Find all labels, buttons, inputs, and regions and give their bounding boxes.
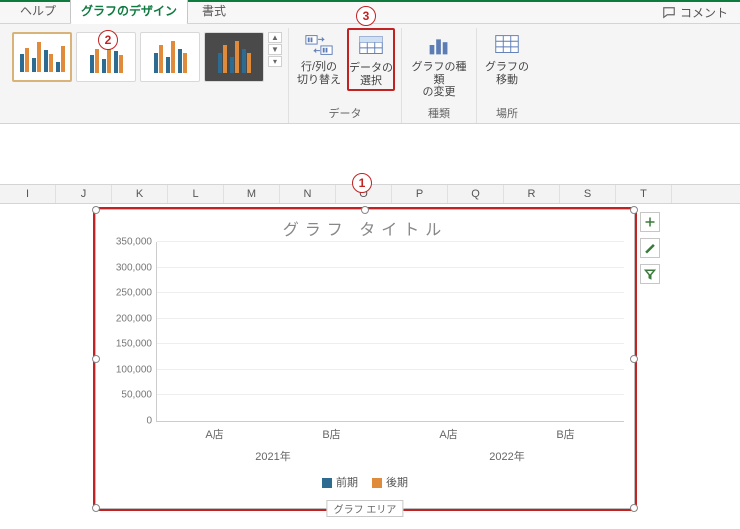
- resize-handle[interactable]: [92, 504, 100, 512]
- cat-label: B店: [273, 422, 390, 446]
- move-chart-label: グラフの 移動: [485, 61, 529, 86]
- callout-1: 1: [352, 173, 372, 193]
- legend-swatch-zenki: [322, 478, 332, 488]
- switch-row-col-button[interactable]: 行/列の 切り替え: [295, 28, 343, 89]
- chart-filter-button[interactable]: [640, 264, 660, 284]
- y-axis: 0 50,000 100,000 150,000 200,000 250,000…: [102, 242, 152, 421]
- group-label-type: 種類: [428, 102, 450, 123]
- callout-3: 3: [356, 6, 376, 26]
- change-type-icon: [424, 31, 454, 59]
- cat-label: B店: [507, 422, 624, 446]
- y-tick: 350,000: [102, 237, 152, 248]
- resize-handle[interactable]: [361, 206, 369, 214]
- bars: [157, 242, 624, 421]
- switch-rowcol-label: 行/列の 切り替え: [297, 61, 341, 86]
- tab-format[interactable]: 書式: [192, 0, 236, 23]
- col-h[interactable]: L: [168, 185, 224, 203]
- resize-handle[interactable]: [630, 206, 638, 214]
- brush-icon: [644, 242, 656, 254]
- plus-icon: [644, 216, 656, 228]
- y-tick: 250,000: [102, 288, 152, 299]
- tab-chart-design[interactable]: グラフのデザイン: [70, 0, 188, 24]
- move-chart-button[interactable]: グラフの 移動: [483, 28, 531, 89]
- y-tick: 0: [102, 416, 152, 427]
- select-data-button[interactable]: データの 選択: [347, 28, 395, 91]
- change-type-label: グラフの種類 の変更: [409, 61, 469, 99]
- col-h[interactable]: K: [112, 185, 168, 203]
- legend-label: 前期: [336, 477, 358, 489]
- style-thumb-3[interactable]: [140, 32, 200, 82]
- select-data-icon: [356, 32, 386, 60]
- ribbon-group-data: 行/列の 切り替え データの 選択 データ: [289, 28, 402, 123]
- chart-area-label: グラフ エリア: [327, 500, 404, 517]
- col-h[interactable]: T: [616, 185, 672, 203]
- cat-parent-label: 2022年: [390, 446, 624, 468]
- col-h[interactable]: P: [392, 185, 448, 203]
- comments-label: コメント: [680, 4, 728, 21]
- y-tick: 50,000: [102, 390, 152, 401]
- style-thumb-1[interactable]: [12, 32, 72, 82]
- cat-label: A店: [156, 422, 273, 446]
- y-tick: 200,000: [102, 313, 152, 324]
- legend-swatch-kouki: [372, 478, 382, 488]
- col-h[interactable]: J: [56, 185, 112, 203]
- legend-label: 後期: [386, 477, 408, 489]
- y-tick: 150,000: [102, 339, 152, 350]
- resize-handle[interactable]: [92, 206, 100, 214]
- chart-object[interactable]: グラフ タイトル 0 50,000 100,000 150,000 200,00…: [95, 209, 635, 509]
- comment-icon: [662, 6, 676, 20]
- resize-handle[interactable]: [92, 355, 100, 363]
- legend[interactable]: 前期 後期: [96, 468, 634, 496]
- col-h[interactable]: M: [224, 185, 280, 203]
- chart-styles-button[interactable]: [640, 238, 660, 258]
- change-chart-type-button[interactable]: グラフの種類 の変更: [408, 28, 470, 102]
- cat-label: A店: [390, 422, 507, 446]
- spreadsheet-area: I J K L M N O P Q R S T 1 /* rows drawn …: [0, 184, 740, 524]
- move-chart-icon: [492, 31, 522, 59]
- comments-button[interactable]: コメント: [658, 2, 732, 23]
- gallery-expand-icon[interactable]: ▾: [268, 56, 282, 67]
- col-h[interactable]: Q: [448, 185, 504, 203]
- col-h[interactable]: S: [560, 185, 616, 203]
- ribbon-group-location: グラフの 移動 場所: [477, 28, 537, 123]
- plot-area[interactable]: 0 50,000 100,000 150,000 200,000 250,000…: [156, 242, 624, 422]
- group-label-data: データ: [329, 102, 362, 123]
- col-h[interactable]: N: [280, 185, 336, 203]
- grid[interactable]: /* rows drawn via CSS repeats below woul…: [0, 204, 740, 524]
- style-thumb-4[interactable]: [204, 32, 264, 82]
- group-label-location: 場所: [496, 102, 518, 123]
- tab-help[interactable]: ヘルプ: [10, 0, 66, 23]
- ribbon-group-type: グラフの種類 の変更 種類: [402, 28, 477, 123]
- y-tick: 100,000: [102, 364, 152, 375]
- chart-title[interactable]: グラフ タイトル: [96, 210, 634, 242]
- resize-handle[interactable]: [630, 355, 638, 363]
- callout-2: 2: [98, 30, 118, 50]
- chart-style-gallery[interactable]: ▲ ▼ ▾: [12, 32, 282, 82]
- select-data-label: データの 選択: [349, 62, 393, 87]
- switch-rowcol-icon: [304, 31, 334, 59]
- gallery-up-icon[interactable]: ▲: [268, 32, 282, 43]
- cat-parent-label: 2021年: [156, 446, 390, 468]
- funnel-icon: [644, 268, 656, 280]
- y-tick: 300,000: [102, 262, 152, 273]
- col-h[interactable]: I: [0, 185, 56, 203]
- col-h[interactable]: R: [504, 185, 560, 203]
- chart-elements-button[interactable]: [640, 212, 660, 232]
- style-gallery-scroll[interactable]: ▲ ▼ ▾: [268, 32, 282, 67]
- category-axis: A店 B店 2021年 A店 B店 2022年: [156, 422, 624, 468]
- resize-handle[interactable]: [630, 504, 638, 512]
- gallery-down-icon[interactable]: ▼: [268, 44, 282, 55]
